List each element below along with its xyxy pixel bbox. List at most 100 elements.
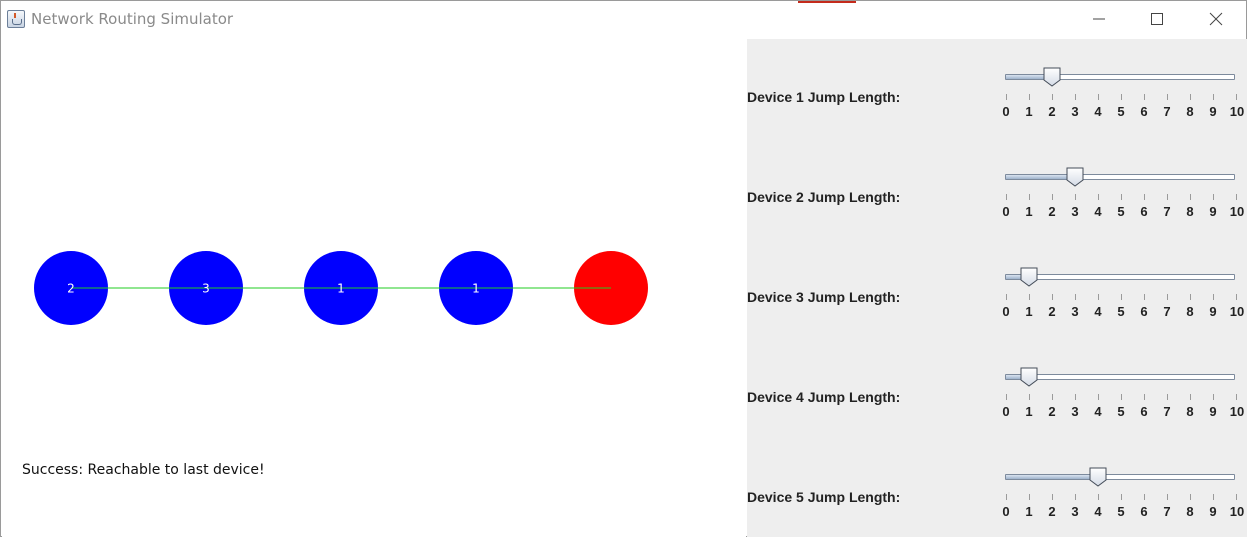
title-bar[interactable]: Network Routing Simulator [1,1,1246,38]
slider-tick [1213,94,1214,100]
slider-row-device-2: Device 2 Jump Length: 0 1 2 3 4 5 6 7 8 9 10 [747,146,1247,246]
slider-tick-label: 6 [1140,304,1148,319]
slider-tick-label: 10 [1229,404,1245,419]
slider-tick-label: 7 [1163,504,1171,519]
slider-thumb[interactable] [1088,467,1108,487]
network-canvas: 2 3 1 1 Success: Reachable to last device! [2,38,746,537]
minimize-button[interactable] [1071,1,1129,38]
controls-panel: Device 1 Jump Length: 0 1 2 3 4 5 6 7 8 9 10 Device … [747,39,1247,537]
slider-tick [1213,394,1214,400]
slider-tick-label: 9 [1209,104,1217,119]
maximize-button[interactable] [1129,1,1187,38]
slider-tick-label: 0 [1002,404,1010,419]
slider-tick-label: 2 [1048,104,1056,119]
slider-track[interactable] [1005,374,1235,380]
device-2-jump-label: Device 2 Jump Length: [747,189,901,205]
device-4-jump-slider[interactable]: 0 1 2 3 4 5 6 7 8 9 10 [1002,367,1244,426]
slider-tick [1075,394,1076,400]
slider-ticks [1005,94,1241,100]
slider-tick [1167,194,1168,200]
slider-ticks [1005,394,1241,400]
slider-tick-label: 1 [1025,504,1033,519]
slider-track[interactable] [1005,274,1235,280]
slider-tick [1006,194,1007,200]
slider-tick-label: 5 [1117,204,1125,219]
slider-tick-label: 10 [1229,504,1245,519]
slider-tick [1236,194,1237,200]
slider-tick-label: 0 [1002,204,1010,219]
slider-tick [1144,394,1145,400]
slider-tick-label: 4 [1094,104,1102,119]
slider-tick [1121,294,1122,300]
device-1-jump-slider[interactable]: 0 1 2 3 4 5 6 7 8 9 10 [1002,67,1244,126]
slider-thumb-shape [1043,67,1061,87]
slider-tick [1029,194,1030,200]
device-5-jump-slider[interactable]: 0 1 2 3 4 5 6 7 8 9 10 [1002,467,1244,526]
slider-tick-label: 2 [1048,304,1056,319]
device-node-label-2: 3 [202,282,210,296]
slider-tick [1167,94,1168,100]
slider-tick-label: 8 [1186,404,1194,419]
network-graph: 2 3 1 1 [34,251,648,325]
slider-tick [1052,194,1053,200]
slider-thumb[interactable] [1019,367,1039,387]
slider-tick-label: 8 [1186,204,1194,219]
slider-tick [1121,194,1122,200]
device-4-jump-label: Device 4 Jump Length: [747,389,901,405]
slider-tick-label: 0 [1002,104,1010,119]
slider-tick [1144,94,1145,100]
slider-tick-label: 6 [1140,104,1148,119]
slider-tick-label: 4 [1094,204,1102,219]
slider-tick [1144,294,1145,300]
device-node-label-3: 1 [337,282,345,296]
slider-fill [1006,475,1098,479]
slider-tick [1029,294,1030,300]
slider-tick-label: 2 [1048,404,1056,419]
slider-tick-label: 1 [1025,304,1033,319]
slider-tick-label: 9 [1209,504,1217,519]
slider-tick [1121,394,1122,400]
device-3-jump-label: Device 3 Jump Length: [747,289,901,305]
slider-tick [1190,194,1191,200]
slider-tick-label: 1 [1025,104,1033,119]
slider-thumb[interactable] [1065,167,1085,187]
slider-tick [1098,94,1099,100]
slider-tick-label: 6 [1140,404,1148,419]
slider-thumb[interactable] [1042,67,1062,87]
title-accent-strip [798,1,856,3]
slider-tick [1236,94,1237,100]
slider-tick [1098,494,1099,500]
maximize-icon [1151,13,1163,25]
slider-tick-label: 3 [1071,204,1079,219]
slider-thumb-shape [1020,267,1038,287]
slider-tick [1167,294,1168,300]
device-2-jump-slider[interactable]: 0 1 2 3 4 5 6 7 8 9 10 [1002,167,1244,226]
slider-tick-label: 3 [1071,404,1079,419]
slider-tick-label: 2 [1048,204,1056,219]
slider-tick [1075,94,1076,100]
slider-row-device-3: Device 3 Jump Length: 0 1 2 3 4 5 6 7 8 9 10 [747,246,1247,346]
slider-thumb-shape [1089,467,1107,487]
slider-ticks [1005,194,1241,200]
close-icon [1209,12,1223,26]
slider-tick-label: 7 [1163,104,1171,119]
slider-tick-label: 0 [1002,304,1010,319]
device-5-jump-label: Device 5 Jump Length: [747,489,901,505]
slider-tick [1190,94,1191,100]
slider-tick-label: 7 [1163,304,1171,319]
slider-tick-label: 4 [1094,504,1102,519]
slider-tick [1098,194,1099,200]
slider-tick [1236,494,1237,500]
slider-tick [1075,494,1076,500]
device-3-jump-slider[interactable]: 0 1 2 3 4 5 6 7 8 9 10 [1002,267,1244,326]
slider-tick-label: 6 [1140,504,1148,519]
slider-tick-label: 9 [1209,204,1217,219]
slider-tick [1052,494,1053,500]
java-cup-icon[interactable] [7,10,25,28]
slider-tick-label: 8 [1186,504,1194,519]
slider-thumb[interactable] [1019,267,1039,287]
close-button[interactable] [1187,1,1245,38]
slider-tick-label: 0 [1002,504,1010,519]
slider-tick [1098,394,1099,400]
slider-tick [1029,394,1030,400]
